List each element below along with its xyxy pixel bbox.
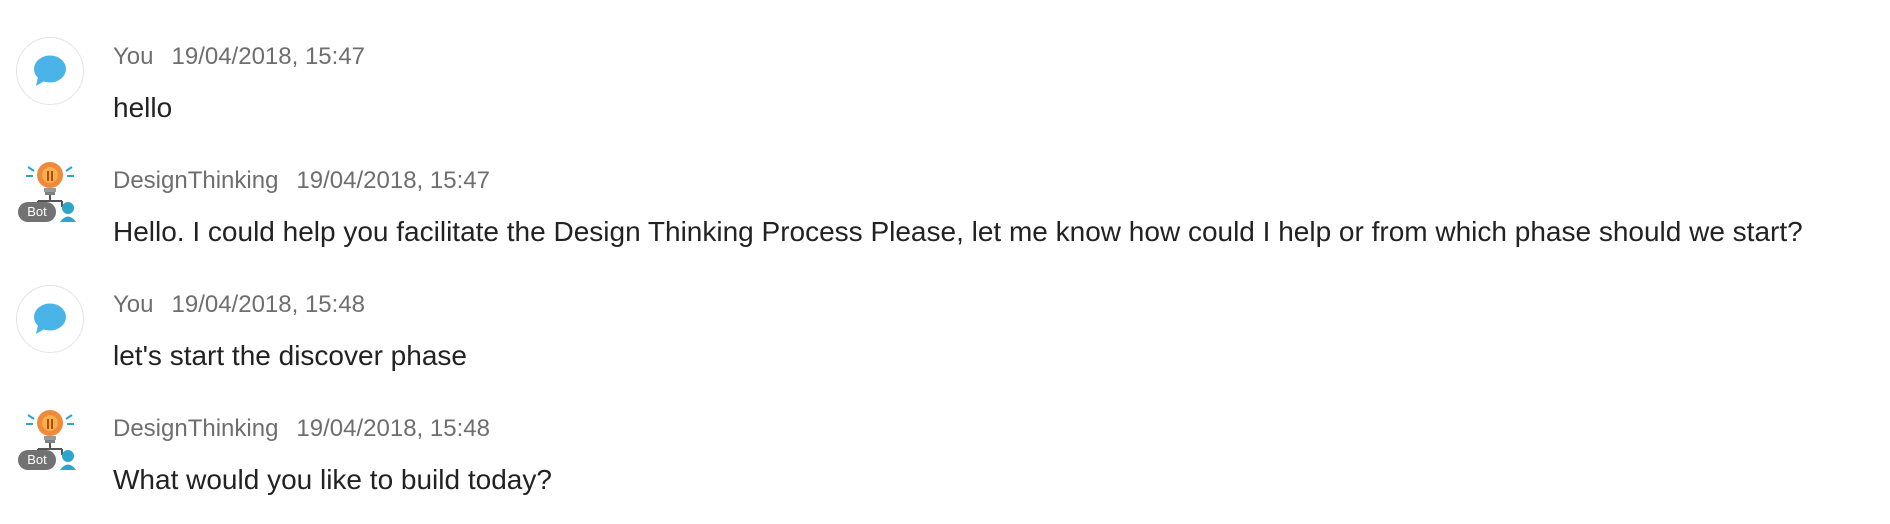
bot-badge: Bot: [18, 202, 56, 222]
user-avatar[interactable]: [16, 37, 84, 105]
message-meta: DesignThinking 19/04/2018, 15:47: [113, 167, 490, 195]
message-text: let's start the discover phase: [113, 340, 467, 371]
message-text: What would you like to build today?: [113, 464, 552, 495]
message-text: hello: [113, 92, 173, 123]
bot-avatar[interactable]: Bot: [16, 409, 84, 477]
chat-message: Bot DesignThinking 19/04/2018, 15:47 Hell…: [0, 161, 1890, 271]
message-author: You: [113, 43, 154, 70]
message-author: DesignThinking: [113, 167, 279, 194]
chat-bubble-icon: [34, 303, 66, 334]
message-timestamp: 19/04/2018, 15:48: [296, 415, 490, 442]
message-meta: You 19/04/2018, 15:48: [113, 291, 365, 319]
message-author: You: [113, 291, 154, 318]
message-meta: DesignThinking 19/04/2018, 15:48: [113, 415, 490, 443]
message-meta: You 19/04/2018, 15:47: [113, 43, 365, 71]
message-timestamp: 19/04/2018, 15:47: [171, 43, 366, 70]
message-timestamp: 19/04/2018, 15:47: [296, 167, 490, 194]
user-avatar[interactable]: [16, 285, 84, 353]
message-timestamp: 19/04/2018, 15:48: [171, 291, 366, 318]
message-author: DesignThinking: [113, 415, 279, 442]
chat-message: You 19/04/2018, 15:48 let's start the dis…: [0, 285, 1890, 395]
bot-avatar[interactable]: Bot: [16, 161, 84, 229]
chat-message: Bot DesignThinking 19/04/2018, 15:48 What…: [0, 409, 1890, 519]
message-text: Hello. I could help you facilitate the D…: [113, 216, 1803, 247]
chat-message: You 19/04/2018, 15:47 hello: [0, 37, 1890, 147]
chat-log: You 19/04/2018, 15:47 hello Bot DesignTh…: [0, 0, 1890, 524]
chat-bubble-icon: [34, 55, 66, 86]
bot-badge: Bot: [18, 450, 56, 470]
